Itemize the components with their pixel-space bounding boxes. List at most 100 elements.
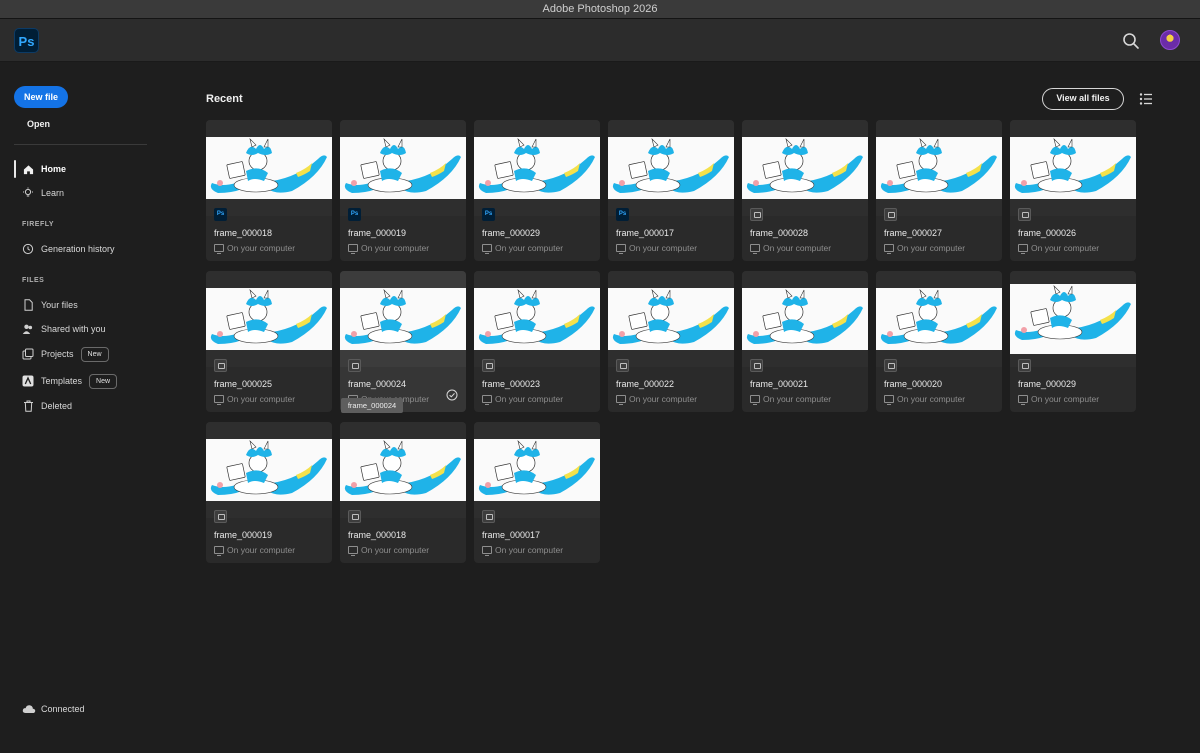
recent-files-grid: Ps frame_000018 On your computer Ps frame_00… bbox=[206, 120, 1136, 566]
file-card[interactable]: frame_000018 On your computer bbox=[340, 422, 466, 563]
file-card[interactable]: frame_000019 On your computer bbox=[206, 422, 332, 563]
thumbnail-area bbox=[742, 120, 868, 216]
thumbnail-area bbox=[1010, 271, 1136, 367]
file-card[interactable]: Ps frame_000017 On your computer bbox=[608, 120, 734, 261]
file-card[interactable]: Ps frame_000029 On your computer bbox=[474, 120, 600, 261]
sidebar-item-generation-history[interactable]: Generation history bbox=[22, 240, 115, 258]
file-thumbnail bbox=[340, 439, 466, 501]
sidebar-item-learn[interactable]: Learn bbox=[22, 184, 64, 202]
sidebar-item-label: Templates bbox=[41, 376, 83, 386]
file-name: frame_000029 bbox=[482, 228, 541, 238]
sidebar: New file Open Home Learn FIREFLY Generat… bbox=[0, 62, 160, 753]
file-thumbnail bbox=[742, 288, 868, 350]
file-location: On your computer bbox=[482, 394, 563, 405]
thumbnail-area bbox=[206, 422, 332, 518]
sidebar-item-label: Home bbox=[41, 164, 67, 174]
file-card[interactable]: Ps frame_000018 On your computer bbox=[206, 120, 332, 261]
file-card[interactable]: frame_000024On your computer bbox=[340, 271, 466, 412]
computer-icon bbox=[616, 244, 626, 254]
file-card[interactable]: frame_000023 On your computer bbox=[474, 271, 600, 412]
file-card[interactable]: frame_000022 On your computer bbox=[608, 271, 734, 412]
file-name: frame_000020 bbox=[884, 379, 943, 389]
file-name: frame_000019 bbox=[214, 530, 273, 540]
computer-icon bbox=[348, 546, 358, 556]
file-thumbnail bbox=[474, 439, 600, 501]
file-name: frame_000017 bbox=[616, 228, 675, 238]
computer-icon bbox=[482, 244, 492, 254]
sidebar-item-templates[interactable]: Templates New bbox=[22, 372, 118, 390]
file-thumbnail bbox=[206, 288, 332, 350]
new-badge: New bbox=[89, 373, 118, 389]
sidebar-divider bbox=[14, 144, 147, 145]
thumbnail-area bbox=[206, 120, 332, 216]
computer-icon bbox=[750, 395, 760, 405]
sidebar-item-label: Your files bbox=[41, 300, 78, 310]
file-card[interactable]: frame_000021 On your computer bbox=[742, 271, 868, 412]
file-location: On your computer bbox=[214, 394, 295, 405]
file-location-label: On your computer bbox=[495, 243, 564, 253]
file-thumbnail bbox=[742, 137, 868, 199]
file-name: frame_000018 bbox=[214, 228, 273, 238]
sidebar-item-projects[interactable]: Projects New bbox=[22, 345, 109, 363]
view-all-files-button[interactable]: View all files bbox=[1042, 88, 1124, 110]
file-name: frame_000029 bbox=[1018, 379, 1077, 389]
file-location: On your computer bbox=[884, 243, 966, 254]
file-location: On your computer bbox=[1018, 394, 1099, 405]
thumbnail-area bbox=[340, 422, 466, 518]
computer-icon bbox=[482, 546, 492, 556]
image-file-icon bbox=[348, 510, 361, 523]
file-location: On your computer bbox=[348, 545, 429, 556]
file-card[interactable]: frame_000027 On your computer bbox=[876, 120, 1002, 261]
sidebar-item-label: Generation history bbox=[41, 244, 115, 254]
file-name: frame_000025 bbox=[214, 379, 273, 389]
file-thumbnail bbox=[1010, 284, 1136, 354]
file-thumbnail bbox=[876, 288, 1002, 350]
psd-file-icon: Ps bbox=[482, 208, 495, 221]
file-name: frame_000027 bbox=[884, 228, 943, 238]
sidebar-item-home[interactable]: Home bbox=[22, 160, 66, 178]
sidebar-item-shared[interactable]: Shared with you bbox=[22, 320, 106, 338]
file-location: On your computer bbox=[616, 394, 698, 405]
file-card[interactable]: frame_000029 On your computer bbox=[1010, 271, 1136, 412]
file-thumbnail bbox=[608, 137, 734, 199]
file-location-label: On your computer bbox=[897, 243, 966, 253]
image-file-icon bbox=[482, 359, 495, 372]
file-card[interactable]: Ps frame_000019 On your computer bbox=[340, 120, 466, 261]
computer-icon bbox=[884, 395, 894, 405]
photoshop-logo[interactable]: Ps bbox=[14, 28, 39, 53]
sidebar-item-label: Shared with you bbox=[41, 324, 106, 334]
thumbnail-area bbox=[474, 422, 600, 518]
sidebar-item-deleted[interactable]: Deleted bbox=[22, 397, 72, 415]
computer-icon bbox=[214, 546, 224, 556]
app-header: Ps bbox=[0, 19, 1200, 62]
file-card[interactable]: frame_000017 On your computer bbox=[474, 422, 600, 563]
file-card[interactable]: frame_000028 On your computer bbox=[742, 120, 868, 261]
history-icon bbox=[22, 243, 34, 255]
psd-file-icon: Ps bbox=[348, 208, 361, 221]
user-avatar[interactable] bbox=[1160, 30, 1180, 50]
file-name: frame_000019 bbox=[348, 228, 407, 238]
new-badge: New bbox=[80, 346, 109, 362]
file-location-label: On your computer bbox=[495, 545, 564, 555]
home-icon bbox=[22, 163, 34, 175]
checkmark-icon[interactable] bbox=[446, 389, 458, 401]
new-file-button[interactable]: New file bbox=[14, 86, 68, 108]
image-file-icon bbox=[884, 359, 897, 372]
file-card[interactable]: frame_000025 On your computer bbox=[206, 271, 332, 412]
file-location-label: On your computer bbox=[763, 394, 832, 404]
file-location: On your computer bbox=[482, 545, 564, 556]
sidebar-item-label: Deleted bbox=[41, 401, 73, 411]
search-icon[interactable] bbox=[1122, 32, 1140, 50]
thumbnail-area bbox=[876, 271, 1002, 367]
sidebar-item-your-files[interactable]: Your files bbox=[22, 296, 78, 314]
thumbnail-area bbox=[340, 120, 466, 216]
open-button[interactable]: Open bbox=[27, 119, 50, 129]
file-card[interactable]: frame_000020 On your computer bbox=[876, 271, 1002, 412]
psd-file-icon: Ps bbox=[616, 208, 629, 221]
computer-icon bbox=[884, 244, 894, 254]
file-location-label: On your computer bbox=[629, 394, 698, 404]
list-view-icon[interactable] bbox=[1139, 92, 1153, 106]
file-card[interactable]: frame_000026 On your computer bbox=[1010, 120, 1136, 261]
file-location: On your computer bbox=[1018, 243, 1099, 254]
sidebar-item-label: Learn bbox=[41, 188, 65, 198]
